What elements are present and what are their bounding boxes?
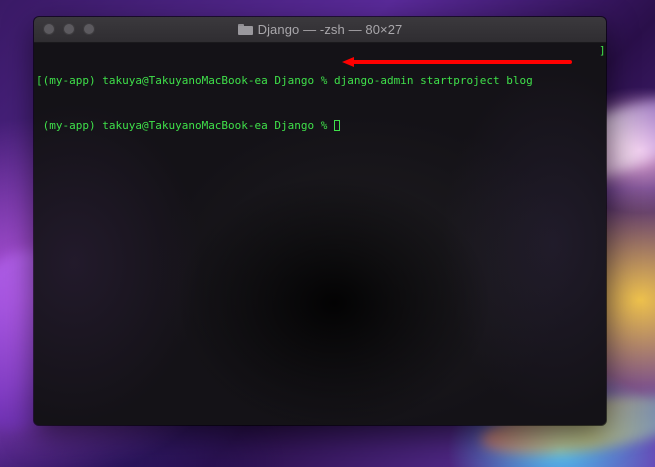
red-arrow-annotation [342,57,572,67]
title-bar[interactable]: Django — -zsh — 80×27 [34,17,606,43]
prompt-text: (my-app) takuya@TakuyanoMacBook-ea Djang… [42,119,335,132]
window-title: Django — -zsh — 80×27 [257,22,403,37]
terminal-line-1: [(my-app) takuya@TakuyanoMacBook-ea Djan… [36,73,533,88]
arrow-head [342,57,354,67]
mark-end-bracket: ] [599,44,606,57]
command-line-text: (my-app) takuya@TakuyanoMacBook-ea Djang… [42,74,533,87]
terminal-line-2: (my-app) takuya@TakuyanoMacBook-ea Djang… [36,118,533,133]
window-title-group: Django — -zsh — 80×27 [34,17,606,42]
folder-icon [237,24,253,35]
terminal-content[interactable]: [(my-app) takuya@TakuyanoMacBook-ea Djan… [34,43,606,425]
mark-start-bracket: [ [36,74,43,87]
terminal-window[interactable]: Django — -zsh — 80×27 [(my-app) takuya@T… [34,17,606,425]
block-cursor-icon [334,120,341,131]
